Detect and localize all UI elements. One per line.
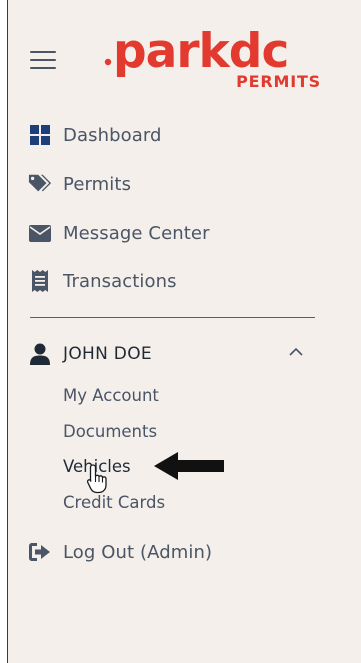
grid-icon	[28, 123, 52, 147]
pointer-arrow-icon	[154, 452, 224, 480]
submenu-item-my-account[interactable]: My Account	[63, 383, 159, 407]
nav-label-transactions: Transactions	[63, 270, 177, 292]
nav-item-message-center[interactable]: Message Center	[28, 219, 210, 247]
logo-main-text: parkdc	[113, 24, 288, 79]
receipt-icon	[28, 269, 52, 293]
submenu-item-credit-cards[interactable]: Credit Cards	[63, 490, 165, 514]
envelope-icon	[28, 221, 52, 245]
hand-cursor-icon	[86, 464, 107, 494]
nav-item-transactions[interactable]: Transactions	[28, 267, 177, 295]
sidebar-panel: parkdc PERMITS Dashboard Permits Message…	[7, 0, 361, 663]
user-icon	[28, 342, 52, 366]
tags-icon	[28, 172, 52, 196]
nav-item-dashboard[interactable]: Dashboard	[28, 121, 162, 149]
chevron-up-icon[interactable]	[289, 347, 303, 357]
user-name: JOHN DOE	[63, 344, 152, 364]
user-menu-toggle[interactable]: JOHN DOE	[28, 340, 152, 368]
nav-label-permits: Permits	[63, 173, 132, 195]
hamburger-icon[interactable]	[30, 51, 56, 69]
nav-label-message-center: Message Center	[63, 222, 210, 244]
nav-label-dashboard: Dashboard	[63, 124, 162, 146]
nav-item-permits[interactable]: Permits	[28, 170, 131, 198]
nav-item-log-out[interactable]: Log Out (Admin)	[28, 538, 212, 566]
submenu-item-documents[interactable]: Documents	[63, 419, 157, 443]
parkdc-logo[interactable]: parkdc PERMITS	[103, 10, 333, 92]
sign-out-icon	[28, 540, 52, 564]
nav-divider	[30, 317, 315, 318]
logo-sub-text: PERMITS	[236, 72, 321, 91]
nav-label-log-out: Log Out (Admin)	[63, 541, 213, 563]
